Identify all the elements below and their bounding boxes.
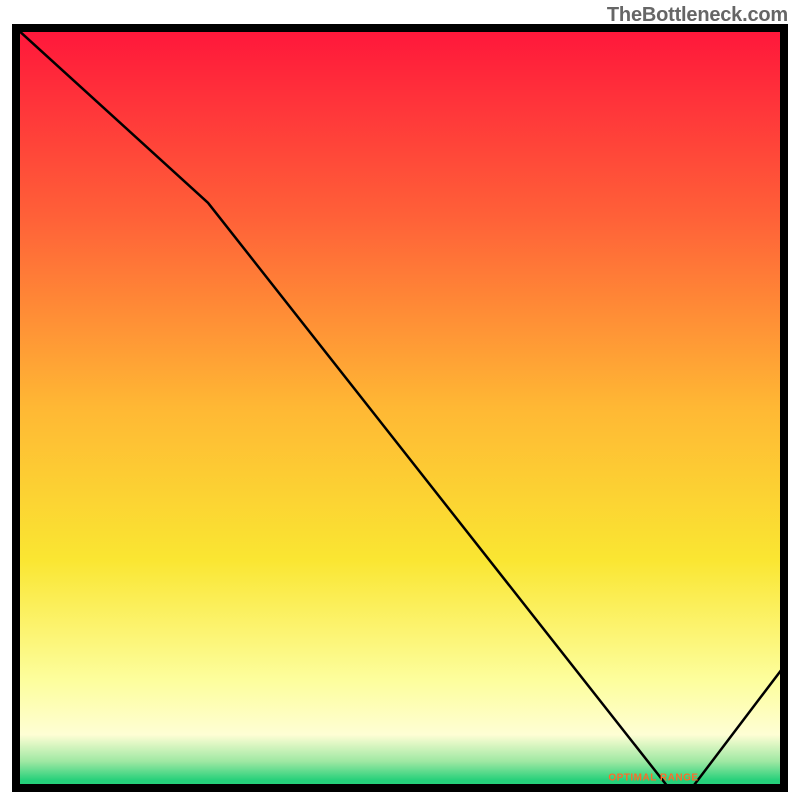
- optimal-range-label: OPTIMAL RANGE: [608, 772, 698, 783]
- gradient-background: [16, 28, 784, 788]
- chart-plot: OPTIMAL RANGE: [0, 0, 800, 800]
- chart-container: TheBottleneck.com OPTIMAL RANGE: [0, 0, 800, 800]
- attribution-text: TheBottleneck.com: [607, 4, 788, 27]
